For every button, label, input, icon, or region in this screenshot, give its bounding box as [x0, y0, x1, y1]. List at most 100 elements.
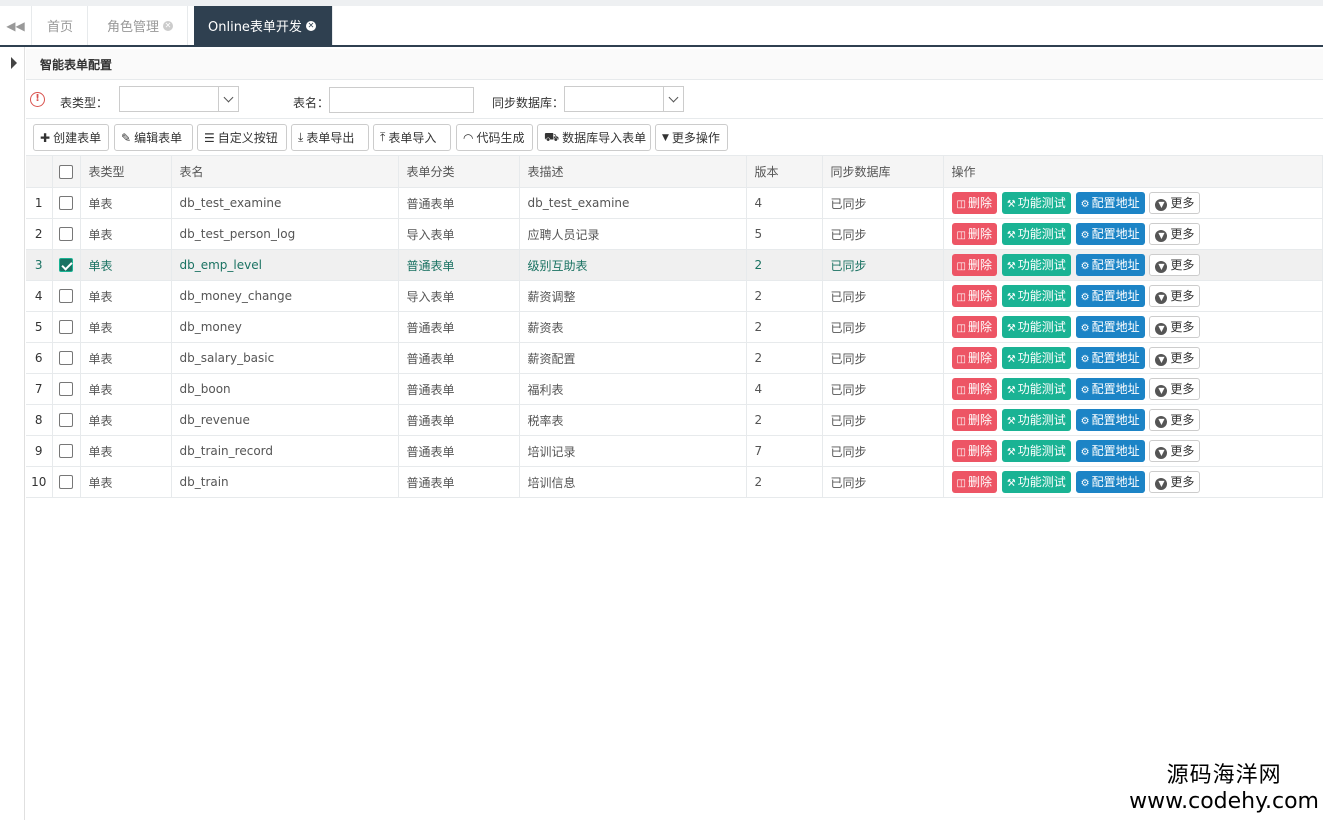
button-label: 功能测试: [1017, 320, 1066, 334]
sync-db-select[interactable]: [564, 86, 684, 112]
tabs-scroll-left-button[interactable]: ◀◀: [0, 6, 32, 45]
custom-button-button[interactable]: ☰ 自定义按钮: [197, 124, 287, 151]
table-row[interactable]: 3 单表 db_emp_level 普通表单 级别互助表 2 已同步 ◫ 删除 ⚒ 功能测试 ⚙ 配…: [26, 249, 1323, 281]
db-import-form-button[interactable]: ⛟ 数据库导入表单: [537, 124, 651, 151]
edit-form-button[interactable]: ✎ 编辑表单: [114, 124, 193, 151]
delete-button[interactable]: ◫ 删除: [951, 440, 997, 462]
row-checkbox[interactable]: [59, 475, 73, 490]
more-button[interactable]: ▼ 更多: [1149, 409, 1201, 431]
cell-version: 2: [746, 311, 823, 343]
row-checkbox[interactable]: [59, 444, 73, 459]
row-checkbox[interactable]: [59, 196, 73, 211]
tab-bar: ◀◀ 首页 角色管理 ✕ Online表单开发 ✕: [0, 0, 1323, 47]
row-checkbox[interactable]: [59, 413, 73, 428]
code-generate-button[interactable]: ◠ 代码生成: [456, 124, 533, 151]
delete-button[interactable]: ◫ 删除: [951, 192, 997, 214]
delete-button[interactable]: ◫ 删除: [951, 254, 997, 276]
column-header-sync[interactable]: 同步数据库: [822, 155, 944, 188]
more-button[interactable]: ▼ 更多: [1149, 471, 1201, 493]
tab-online-form-dev[interactable]: Online表单开发 ✕: [194, 6, 333, 45]
cell-category: 普通表单: [398, 311, 520, 343]
tab-role-management[interactable]: 角色管理 ✕: [93, 6, 189, 45]
config-address-button[interactable]: ⚙ 配置地址: [1075, 378, 1145, 400]
expand-sidebar-icon[interactable]: [11, 57, 17, 69]
config-address-button[interactable]: ⚙ 配置地址: [1075, 409, 1145, 431]
more-button[interactable]: ▼ 更多: [1149, 316, 1201, 338]
row-checkbox[interactable]: [59, 382, 73, 397]
function-test-button[interactable]: ⚒ 功能测试: [1001, 409, 1071, 431]
config-address-button[interactable]: ⚙ 配置地址: [1075, 254, 1145, 276]
more-button[interactable]: ▼ 更多: [1149, 223, 1201, 245]
delete-button[interactable]: ◫ 删除: [951, 409, 997, 431]
row-checkbox[interactable]: [59, 320, 73, 335]
create-form-button[interactable]: ✚ 创建表单: [33, 124, 109, 151]
gear-icon: ⚙: [1080, 416, 1090, 427]
table-row[interactable]: 5 单表 db_money 普通表单 薪资表 2 已同步 ◫ 删除 ⚒ 功能测试 ⚙ 配置地址 ▼ 更…: [26, 311, 1323, 343]
cell-ops: ◫ 删除 ⚒ 功能测试 ⚙ 配置地址 ▼ 更多: [943, 404, 1323, 436]
function-test-button[interactable]: ⚒ 功能测试: [1001, 192, 1071, 214]
delete-button[interactable]: ◫ 删除: [951, 285, 997, 307]
import-form-button[interactable]: ⤒ 表单导入: [373, 124, 451, 151]
more-button[interactable]: ▼ 更多: [1149, 378, 1201, 400]
wrench-icon: ⚒: [1006, 261, 1016, 272]
function-test-button[interactable]: ⚒ 功能测试: [1001, 254, 1071, 276]
more-button[interactable]: ▼ 更多: [1149, 192, 1201, 214]
delete-button[interactable]: ◫ 删除: [951, 347, 997, 369]
config-address-button[interactable]: ⚙ 配置地址: [1075, 471, 1145, 493]
tab-home[interactable]: 首页: [33, 6, 89, 45]
table-row[interactable]: 6 单表 db_salary_basic 普通表单 薪资配置 2 已同步 ◫ 删除 ⚒ 功能测试 …: [26, 342, 1323, 374]
function-test-button[interactable]: ⚒ 功能测试: [1001, 440, 1071, 462]
config-address-button[interactable]: ⚙ 配置地址: [1075, 316, 1145, 338]
column-header-type[interactable]: 表类型: [80, 155, 172, 188]
row-checkbox[interactable]: [59, 289, 73, 304]
delete-button[interactable]: ◫ 删除: [951, 378, 997, 400]
cell-category: 导入表单: [398, 218, 520, 250]
function-test-button[interactable]: ⚒ 功能测试: [1001, 285, 1071, 307]
table-row[interactable]: 4 单表 db_money_change 导入表单 薪资调整 2 已同步 ◫ 删除 ⚒ 功能测试 …: [26, 280, 1323, 312]
function-test-button[interactable]: ⚒ 功能测试: [1001, 378, 1071, 400]
table-row[interactable]: 1 单表 db_test_examine 普通表单 db_test_examine 4 已同…: [26, 187, 1323, 219]
table-row[interactable]: 7 单表 db_boon 普通表单 福利表 4 已同步 ◫ 删除 ⚒ 功能测试 ⚙ 配置地址 ▼ 更多: [26, 373, 1323, 405]
close-tab-icon[interactable]: ✕: [163, 20, 174, 31]
table-name-input[interactable]: [329, 87, 474, 113]
delete-button[interactable]: ◫ 删除: [951, 223, 997, 245]
config-address-button[interactable]: ⚙ 配置地址: [1075, 285, 1145, 307]
column-header-version[interactable]: 版本: [746, 155, 823, 188]
row-checkbox[interactable]: [59, 351, 73, 366]
delete-button[interactable]: ◫ 删除: [951, 471, 997, 493]
function-test-button[interactable]: ⚒ 功能测试: [1001, 347, 1071, 369]
delete-button[interactable]: ◫ 删除: [951, 316, 997, 338]
function-test-button[interactable]: ⚒ 功能测试: [1001, 471, 1071, 493]
button-label: 功能测试: [1017, 351, 1066, 365]
plus-icon: ✚: [40, 130, 51, 145]
export-form-button[interactable]: ⤓ 表单导出: [291, 124, 369, 151]
more-actions-button[interactable]: ▼ 更多操作: [655, 124, 728, 151]
function-test-button[interactable]: ⚒ 功能测试: [1001, 316, 1071, 338]
more-button[interactable]: ▼ 更多: [1149, 285, 1201, 307]
button-label: 功能测试: [1017, 444, 1066, 458]
config-address-button[interactable]: ⚙ 配置地址: [1075, 347, 1145, 369]
column-header-desc[interactable]: 表描述: [519, 155, 747, 188]
button-label: 删除: [967, 289, 992, 303]
row-checkbox[interactable]: [59, 258, 73, 273]
table-row[interactable]: 9 单表 db_train_record 普通表单 培训记录 7 已同步 ◫ 删除 ⚒ 功能测试 …: [26, 435, 1323, 467]
table-row[interactable]: 10 单表 db_train 普通表单 培训信息 2 已同步 ◫ 删除 ⚒ 功能测试 ⚙ 配置地址 …: [26, 466, 1323, 498]
wrench-icon: ⚒: [1006, 354, 1016, 365]
config-address-button[interactable]: ⚙ 配置地址: [1075, 440, 1145, 462]
table-row[interactable]: 8 单表 db_revenue 普通表单 税率表 2 已同步 ◫ 删除 ⚒ 功能测试 ⚙ 配置地址 …: [26, 404, 1323, 436]
more-button[interactable]: ▼ 更多: [1149, 347, 1201, 369]
close-tab-icon[interactable]: ✕: [305, 20, 316, 31]
more-button[interactable]: ▼ 更多: [1149, 440, 1201, 462]
row-checkbox[interactable]: [59, 227, 73, 242]
column-header-name[interactable]: 表名: [171, 155, 399, 188]
table-type-select[interactable]: [119, 86, 239, 112]
row-number-header: [26, 155, 53, 188]
more-button[interactable]: ▼ 更多: [1149, 254, 1201, 276]
column-header-category[interactable]: 表单分类: [398, 155, 520, 188]
config-address-button[interactable]: ⚙ 配置地址: [1075, 223, 1145, 245]
config-address-button[interactable]: ⚙ 配置地址: [1075, 192, 1145, 214]
table-row[interactable]: 2 单表 db_test_person_log 导入表单 应聘人员记录 5 已同步 ◫ 删除 ⚒…: [26, 218, 1323, 250]
database-icon: ⛟: [544, 129, 560, 144]
select-all-checkbox[interactable]: [59, 164, 73, 179]
function-test-button[interactable]: ⚒ 功能测试: [1001, 223, 1071, 245]
